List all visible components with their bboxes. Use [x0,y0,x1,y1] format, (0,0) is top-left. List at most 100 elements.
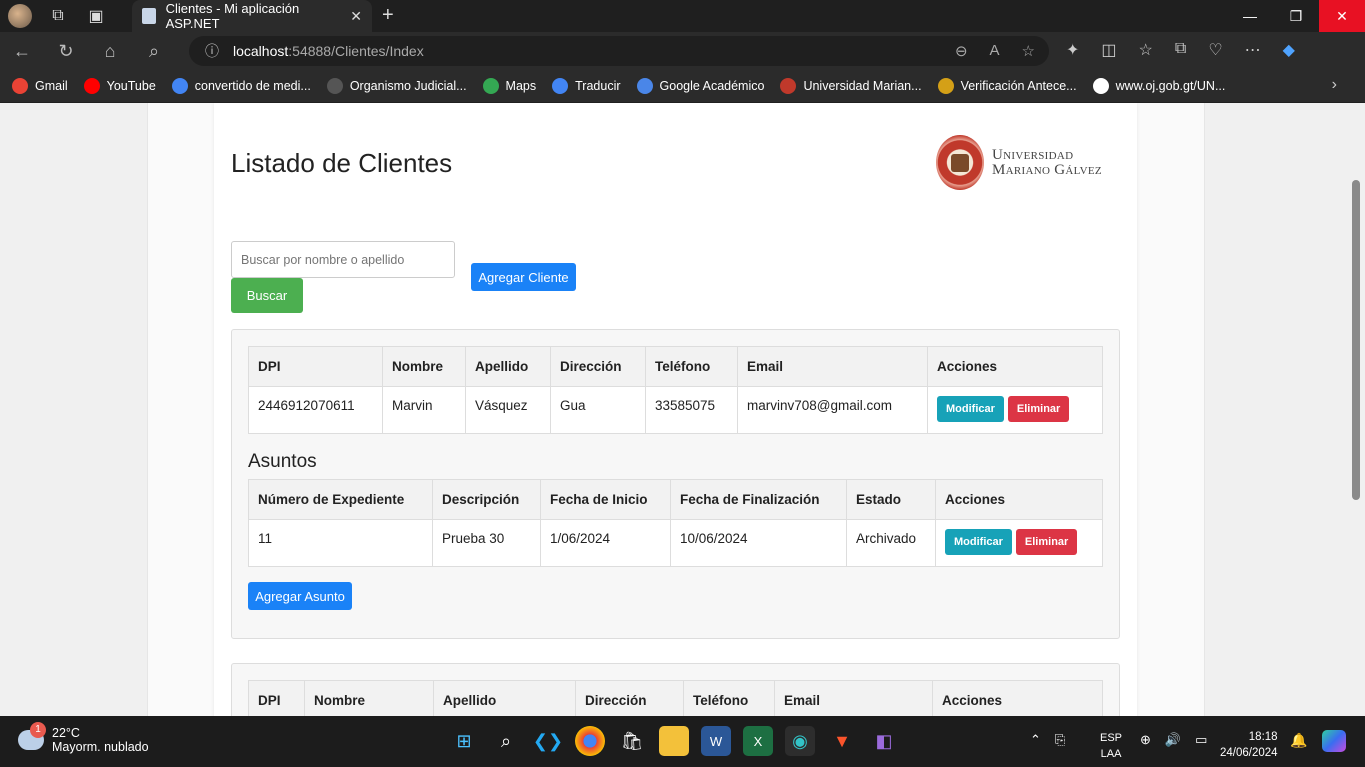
close-tab-icon[interactable]: ✕ [350,8,362,25]
title-bar: ⧉ ▣ Clientes - Mi aplicación ASP.NET ✕ +… [0,0,1365,32]
search-icon[interactable]: ⌕ [491,726,521,756]
file-explorer-icon[interactable] [659,726,689,756]
favorites-icon[interactable]: ☆ [1139,40,1153,60]
add-client-button[interactable]: Agregar Cliente [471,263,576,291]
notification-bell-icon[interactable]: 🔔 [1290,732,1307,749]
bookmark-item[interactable]: Verificación Antece... [937,78,1077,94]
bookmark-icon [83,78,100,94]
chrome-icon[interactable] [575,726,605,756]
university-logo: Universidad Mariano Gálvez [936,135,1102,190]
extensions-icon[interactable]: ✦ [1066,40,1079,60]
bookmarks-more-icon[interactable]: › [1332,76,1337,94]
new-tab-icon[interactable]: + [382,4,394,27]
visual-studio-icon[interactable]: ◧ [869,726,899,756]
page-title: Listado de Clientes [231,148,453,178]
bookmark-icon [636,78,653,94]
cell-nombre: Marvin [382,386,466,434]
clients-table: DPI Nombre Apellido Dirección Teléfono E… [248,346,1103,434]
col-header: DPI [248,346,383,387]
more-menu-icon[interactable]: ⋯ [1245,40,1261,60]
clock[interactable]: 18:18 24/06/2024 [1220,729,1278,761]
home-icon[interactable]: ⌂ [88,41,132,62]
collections-icon[interactable]: ⧉ [1175,40,1186,60]
col-header: Descripción [432,479,541,520]
bookmark-label: Maps [505,79,537,93]
bookmark-item[interactable]: Universidad Marian... [780,78,922,94]
bookmark-item[interactable]: Traducir [552,78,621,94]
cell-fin: 10/06/2024 [670,519,847,567]
delete-asunto-button[interactable]: Eliminar [1015,529,1078,555]
col-header: Acciones [932,680,1103,716]
zoom-icon[interactable]: ⊖ [955,42,968,60]
modify-asunto-button[interactable]: Modificar [945,529,1012,555]
copilot-icon[interactable]: ◆ [1283,40,1295,60]
add-asunto-button[interactable]: Agregar Asunto [248,582,352,610]
url-field[interactable]: ⓘ localhost:54888/Clientes/Index ⊖ A ☆ [189,36,1049,66]
bookmark-item[interactable]: YouTube [83,78,156,94]
bookmark-item[interactable]: www.oj.gob.gt/UN... [1092,78,1225,94]
col-header: Acciones [935,479,1103,520]
usb-icon[interactable]: ⎘ [1055,732,1065,748]
cell-apellido: Vásquez [465,386,551,434]
delete-client-button[interactable]: Eliminar [1007,396,1070,422]
col-header: DPI [248,680,305,716]
col-header: Acciones [927,346,1103,387]
word-icon[interactable]: W [701,726,731,756]
battery-icon[interactable]: ▭ [1195,732,1207,748]
back-icon[interactable]: ← [0,41,44,62]
page-viewport: Listado de Clientes Universidad Mariano … [0,103,1349,716]
modify-client-button[interactable]: Modificar [937,396,1004,422]
network-icon[interactable]: ⊕ [1140,732,1151,748]
cell-dpi: 2446912070611 [248,386,383,434]
bookmark-label: Google Académico [659,79,765,93]
site-info-icon[interactable]: ⓘ [205,41,219,61]
profile-avatar[interactable] [8,4,32,28]
excel-icon[interactable]: X [743,726,773,756]
chevron-up-icon[interactable]: ⌃ [1030,732,1041,748]
performance-icon[interactable]: ♡ [1208,40,1222,60]
bookmark-icon [552,78,569,94]
restore-icon[interactable]: ❐ [1273,0,1319,32]
bookmark-label: Organismo Judicial... [349,79,467,93]
edge-icon[interactable]: ◉ [785,726,815,756]
logo-line-2: Mariano Gálvez [992,161,1102,178]
client-panel: DPI Nombre Apellido Dirección Teléfono E… [231,663,1120,716]
bookmarks-bar: Gmail YouTube convertido de medi... Organis… [0,70,1365,102]
bookmark-label: Verificación Antece... [960,79,1077,93]
copilot-taskbar-icon[interactable] [1322,730,1346,752]
split-screen-icon[interactable]: ◫ [1101,40,1116,60]
cloud-icon: 1 [18,722,46,750]
bookmark-item[interactable]: convertido de medi... [171,78,311,94]
active-tab[interactable]: Clientes - Mi aplicación ASP.NET ✕ [132,0,372,32]
read-aloud-icon[interactable]: A [990,42,1000,60]
scrollbar-thumb[interactable] [1352,180,1360,500]
bookmark-item[interactable]: Gmail [12,78,68,94]
language-indicator[interactable]: ESP LAA [1100,730,1122,762]
bookmark-item[interactable]: Google Académico [636,78,765,94]
clock-date: 24/06/2024 [1220,747,1278,759]
url-host: localhost [233,43,289,59]
weather-widget[interactable]: 1 22°C Mayorm. nublado [18,722,149,754]
table-row: 2446912070611 Marvin Vásquez Gua 3358507… [248,386,1103,434]
store-icon[interactable]: 🛍 [617,726,647,756]
asuntos-heading: Asuntos [248,451,317,472]
cell-email: marvinv708@gmail.com [737,386,928,434]
brave-icon[interactable]: ▼ [827,726,857,756]
tab-actions-icon[interactable]: ▣ [84,4,108,28]
vscode-icon[interactable]: ❮❯ [533,726,563,756]
workspaces-icon[interactable]: ⧉ [46,4,70,28]
refresh-icon[interactable]: ↻ [44,41,88,62]
search-button[interactable]: Buscar [231,278,303,313]
weather-temp: 22°C [52,726,80,740]
window-close-icon[interactable]: ✕ [1319,0,1365,32]
bookmark-item[interactable]: Organismo Judicial... [326,78,467,94]
clients-table: DPI Nombre Apellido Dirección Teléfono E… [248,680,1103,716]
minimize-icon[interactable]: — [1227,0,1273,32]
start-icon[interactable]: ⊞ [449,726,479,756]
bookmark-item[interactable]: Maps [482,78,537,94]
cell-actions: Modificar Eliminar [927,386,1103,434]
volume-icon[interactable]: 🔊 [1165,732,1181,748]
search-icon[interactable]: ⌕ [132,41,176,62]
favorite-star-icon[interactable]: ☆ [1022,42,1035,60]
search-input[interactable] [231,241,455,278]
